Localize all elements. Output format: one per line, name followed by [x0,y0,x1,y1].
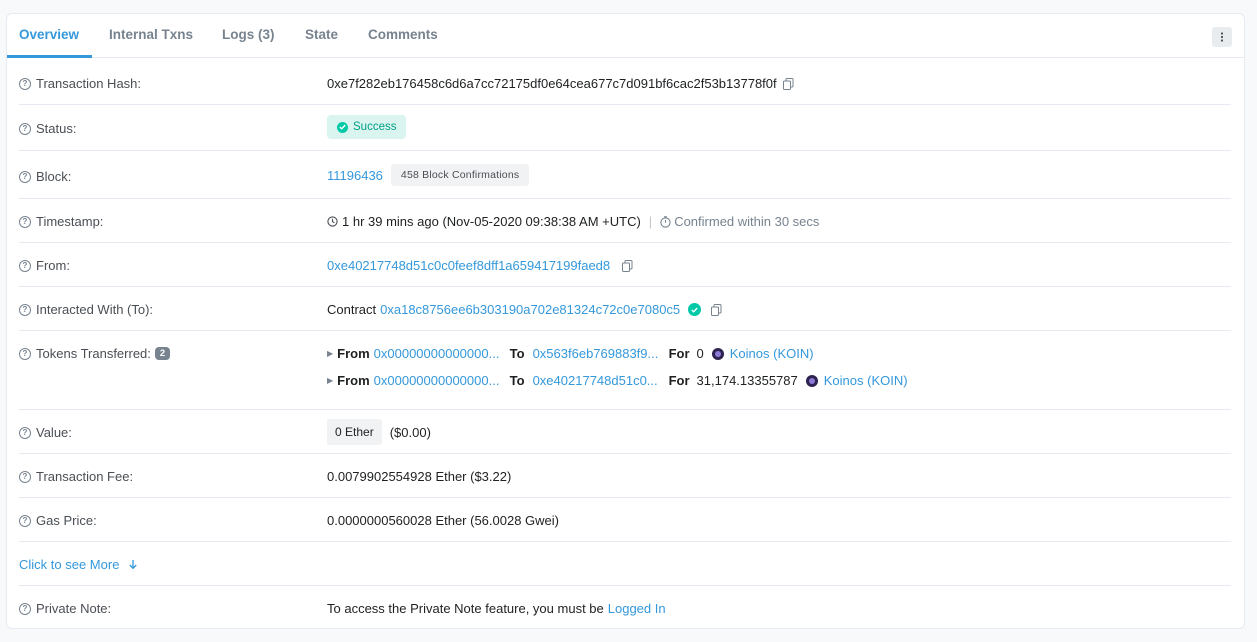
value-transaction-hash: 0xe7f282eb176458c6d6a7cc72175df0e64cea67… [327,76,794,91]
tab-overview[interactable]: Overview [19,27,79,42]
question-icon[interactable]: ? [19,426,31,439]
timer-icon [660,215,671,228]
row-from: ? From: 0xe40217748d51c0c0feef8dff1a6594… [19,243,1231,287]
token-name-link[interactable]: Koinos (KOIN) [824,373,908,388]
caret-right-icon[interactable]: ▶ [327,376,333,385]
timestamp-text: 1 hr 39 mins ago (Nov-05-2020 09:38:38 A… [342,214,641,229]
koinos-token-icon [805,374,818,387]
transfer-amount: 0 [696,346,704,361]
transaction-details-card: Overview Internal Txns Logs (3) State Co… [6,13,1245,629]
value-from: 0xe40217748d51c0c0feef8dff1a659417199fae… [327,258,633,273]
copy-icon[interactable] [711,303,722,316]
label-tokens-transferred: ? Tokens Transferred: 2 [19,346,171,361]
tab-state[interactable]: State [305,27,338,42]
question-icon[interactable]: ? [19,215,31,228]
question-icon[interactable]: ? [19,170,31,183]
value-gas-price: 0.0000000560028 Ether (56.0028 Gwei) [327,513,560,528]
question-icon[interactable]: ? [19,122,31,135]
token-transfer-row: ▶ From 0x00000000000000... To 0x563f6eb7… [327,346,814,361]
copy-icon[interactable] [782,77,794,90]
label-interacted-with: ? Interacted With (To): [19,302,153,317]
verified-check-icon [688,303,702,316]
block-confirmations-badge: 458 Block Confirmations [390,164,530,186]
more-options-button[interactable] [1212,27,1232,47]
value-ether-pill: 0 Ether [327,419,382,445]
question-icon[interactable]: ? [19,259,31,272]
value-value: 0 Ether ($0.00) [327,419,431,445]
row-block: ? Block: 11196436 458 Block Confirmation… [19,151,1231,199]
token-name-link[interactable]: Koinos (KOIN) [730,346,814,361]
divider: | [648,214,653,229]
label-transaction-hash: ? Transaction Hash: [19,76,141,91]
tokens-count-badge: 2 [154,347,171,360]
tab-comments[interactable]: Comments [368,27,438,42]
contract-address-link[interactable]: 0xa18c8756ee6b303190a702e81324c72c0e7080… [380,302,680,317]
label-value: ? Value: [19,425,72,440]
row-private-note: ? Private Note: To access the Private No… [19,586,1231,630]
clock-icon [327,216,338,227]
label-timestamp: ? Timestamp: [19,214,103,229]
label-status: ? Status: [19,121,76,136]
more-vertical-icon [1220,32,1224,42]
logged-in-link[interactable]: Logged In [608,601,666,616]
tab-internal-txns[interactable]: Internal Txns [109,27,193,42]
row-value: ? Value: 0 Ether ($0.00) [19,410,1231,454]
value-interacted-with: Contract 0xa18c8756ee6b303190a702e81324c… [327,302,722,317]
tab-bar: Overview Internal Txns Logs (3) State Co… [7,14,1244,58]
value-timestamp: 1 hr 39 mins ago (Nov-05-2020 09:38:38 A… [327,214,819,229]
active-tab-indicator [7,55,92,58]
question-icon[interactable]: ? [19,602,31,615]
token-transfer-row: ▶ From 0x00000000000000... To 0xe4021774… [327,373,908,388]
question-icon[interactable]: ? [19,303,31,316]
caret-right-icon[interactable]: ▶ [327,349,333,358]
row-tokens-transferred: ? Tokens Transferred: 2 ▶ From 0x0000000… [19,331,1231,410]
see-more-link[interactable]: Click to see More [19,557,138,572]
row-status: ? Status: Success [19,105,1231,151]
label-transaction-fee: ? Transaction Fee: [19,469,133,484]
transaction-hash-text: 0xe7f282eb176458c6d6a7cc72175df0e64cea67… [327,76,777,91]
row-timestamp: ? Timestamp: 1 hr 39 mins ago (Nov-05-20… [19,199,1231,243]
row-see-more: Click to see More [19,542,1231,586]
arrow-down-icon [129,560,138,570]
question-icon[interactable]: ? [19,514,31,527]
transfer-to-link[interactable]: 0x563f6eb769883f9... [533,346,661,361]
from-address-link[interactable]: 0xe40217748d51c0c0feef8dff1a659417199fae… [327,258,610,273]
contract-prefix: Contract [327,302,377,317]
row-gas-price: ? Gas Price: 0.0000000560028 Ether (56.0… [19,498,1231,542]
row-transaction-hash: ? Transaction Hash: 0xe7f282eb176458c6d6… [19,59,1231,105]
value-usd: ($0.00) [389,424,431,440]
value-private-note: To access the Private Note feature, you … [327,601,666,616]
transfer-from-link[interactable]: 0x00000000000000... [374,346,502,361]
label-block: ? Block: [19,169,71,184]
transfer-amount: 31,174.13355787 [696,373,798,388]
question-icon[interactable]: ? [19,77,31,90]
row-interacted-with: ? Interacted With (To): Contract 0xa18c8… [19,287,1231,331]
question-icon[interactable]: ? [19,470,31,483]
label-private-note: ? Private Note: [19,601,111,616]
tab-logs[interactable]: Logs (3) [222,27,275,42]
transfer-from-link[interactable]: 0x00000000000000... [374,373,502,388]
confirmed-within-text: Confirmed within 30 secs [674,214,820,229]
question-icon[interactable]: ? [19,347,31,360]
private-note-text: To access the Private Note feature, you … [327,601,604,616]
value-status: Success [327,115,407,139]
status-badge: Success [327,115,407,139]
row-transaction-fee: ? Transaction Fee: 0.0079902554928 Ether… [19,454,1231,498]
block-number-link[interactable]: 11196436 [327,168,383,183]
label-from: ? From: [19,258,70,273]
koinos-token-icon [711,347,724,360]
label-gas-price: ? Gas Price: [19,513,97,528]
copy-icon[interactable] [622,259,633,272]
check-circle-icon [337,121,348,133]
transfer-to-link[interactable]: 0xe40217748d51c0... [533,373,661,388]
value-block: 11196436 458 Block Confirmations [327,164,530,186]
value-transaction-fee: 0.0079902554928 Ether ($3.22) [327,469,512,484]
